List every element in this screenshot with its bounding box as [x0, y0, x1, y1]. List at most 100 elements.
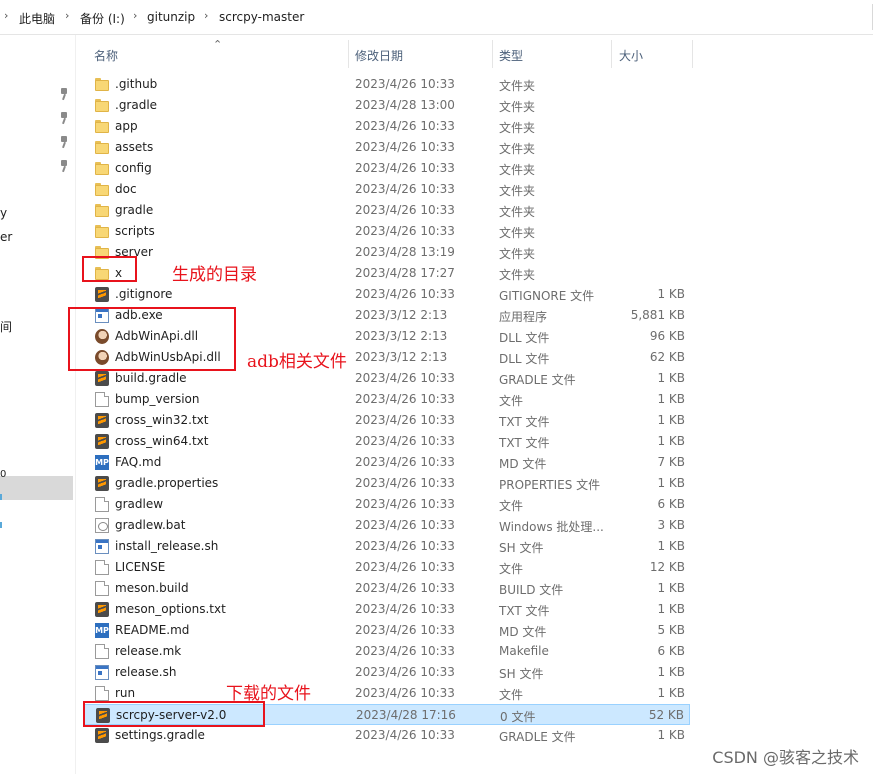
pin-icon[interactable] — [58, 160, 70, 173]
file-name: gradlew.bat — [115, 518, 186, 532]
pin-icon[interactable] — [58, 88, 70, 101]
annotation-label-adb-files: adb相关文件 — [247, 352, 347, 372]
file-name: release.sh — [115, 665, 177, 679]
file-row[interactable]: cross_win32.txt 2023/4/26 10:33 TXT 文件 1 KB — [84, 410, 690, 431]
file-row[interactable]: release.sh 2023/4/26 10:33 SH 文件 1 KB — [84, 662, 690, 683]
file-name: assets — [115, 140, 154, 154]
breadcrumb-item-drive[interactable]: 备份 (I:) — [80, 10, 125, 27]
column-divider[interactable] — [692, 40, 693, 68]
annotation-box-adb-files — [68, 307, 236, 371]
file-row[interactable]: gradle 2023/4/26 10:33 文件夹 — [84, 200, 690, 221]
file-row[interactable]: LICENSE 2023/4/26 10:33 文件 12 KB — [84, 557, 690, 578]
file-modified-date: 2023/4/26 10:33 — [355, 518, 455, 532]
chevron-right-icon: › — [65, 9, 70, 22]
file-row[interactable]: cross_win64.txt 2023/4/26 10:33 TXT 文件 1 KB — [84, 431, 690, 452]
file-modified-date: 2023/4/28 17:27 — [355, 266, 455, 280]
file-modified-date: 2023/4/26 10:33 — [355, 287, 455, 301]
file-row[interactable]: gradle.properties 2023/4/26 10:33 PROPERTI… — [84, 473, 690, 494]
column-header-size[interactable]: 大小 — [612, 40, 692, 68]
file-modified-date: 2023/3/12 2:13 — [355, 329, 448, 343]
file-type: 文件夹 — [499, 205, 536, 219]
file-row[interactable]: bump_version 2023/4/26 10:33 文件 1 KB — [84, 389, 690, 410]
file-row[interactable]: meson.build 2023/4/26 10:33 BUILD 文件 1 KB — [84, 578, 690, 599]
document-icon — [95, 392, 109, 407]
file-type: TXT 文件 — [499, 604, 550, 618]
nav-item-selected[interactable] — [0, 476, 73, 500]
file-list[interactable]: .github 2023/4/26 10:33 文件夹 .gradle 2023/4/2… — [84, 74, 690, 746]
file-modified-date: 2023/4/26 10:33 — [355, 455, 455, 469]
nav-item-fragment[interactable]: 间 — [0, 318, 12, 335]
address-bar[interactable]: › 此电脑 › 备份 (I:) › gitunzip › scrcpy-mast… — [0, 0, 873, 35]
file-modified-date: 2023/4/26 10:33 — [355, 581, 455, 595]
breadcrumb-item-gitunzip[interactable]: gitunzip — [147, 10, 195, 24]
file-name: gradlew — [115, 497, 164, 511]
folder-icon — [95, 140, 109, 155]
file-modified-date: 2023/4/26 10:33 — [355, 224, 455, 238]
column-header-type[interactable]: 类型 — [493, 40, 611, 68]
file-type: 文件夹 — [499, 226, 536, 240]
file-row[interactable]: gradlew 2023/4/26 10:33 文件 6 KB — [84, 494, 690, 515]
document-icon — [95, 686, 109, 701]
file-row[interactable]: MP FAQ.md 2023/4/26 10:33 MD 文件 7 KB — [84, 452, 690, 473]
breadcrumb-item-this-pc[interactable]: 此电脑 — [19, 10, 55, 27]
file-size: 1 KB — [657, 287, 685, 301]
file-type: SH 文件 — [499, 541, 544, 555]
file-modified-date: 2023/3/12 2:13 — [355, 308, 448, 322]
file-row[interactable]: doc 2023/4/26 10:33 文件夹 — [84, 179, 690, 200]
file-modified-date: 2023/4/26 10:33 — [355, 140, 455, 154]
pin-icon[interactable] — [58, 112, 70, 125]
file-row[interactable]: meson_options.txt 2023/4/26 10:33 TXT 文件 1 … — [84, 599, 690, 620]
file-name: .github — [115, 77, 158, 91]
file-type: MD 文件 — [499, 625, 547, 639]
file-type: GRADLE 文件 — [499, 730, 576, 744]
nav-item-fragment[interactable]: y — [0, 206, 7, 220]
chevron-right-icon: › — [133, 9, 138, 22]
file-type: 文件夹 — [499, 142, 536, 156]
file-row[interactable]: app 2023/4/26 10:33 文件夹 — [84, 116, 690, 137]
file-type: 应用程序 — [499, 310, 548, 324]
file-row[interactable]: scripts 2023/4/26 10:33 文件夹 — [84, 221, 690, 242]
nav-item-fragment[interactable]: er — [0, 230, 12, 244]
file-row[interactable]: gradlew.bat 2023/4/26 10:33 Windows 批处理...… — [84, 515, 690, 536]
file-type: BUILD 文件 — [499, 583, 564, 597]
file-type: MD 文件 — [499, 457, 547, 471]
file-type: Makefile — [499, 644, 549, 658]
column-header-name[interactable]: 名称 — [84, 40, 349, 68]
file-type: 文件夹 — [499, 184, 536, 198]
file-size: 96 KB — [649, 329, 685, 343]
file-modified-date: 2023/4/26 10:33 — [355, 161, 455, 175]
file-row[interactable]: MP README.md 2023/4/26 10:33 MD 文件 5 KB — [84, 620, 690, 641]
file-row[interactable]: release.mk 2023/4/26 10:33 Makefile 6 KB — [84, 641, 690, 662]
folder-icon — [95, 119, 109, 134]
file-row[interactable]: assets 2023/4/26 10:33 文件夹 — [84, 137, 690, 158]
pin-icon[interactable] — [58, 136, 70, 149]
breadcrumb-item-scrcpy-master[interactable]: scrcpy-master — [219, 10, 304, 24]
file-type: PROPERTIES 文件 — [499, 478, 601, 492]
file-row[interactable]: build.gradle 2023/4/26 10:33 GRADLE 文件 1 KB — [84, 368, 690, 389]
file-name: config — [115, 161, 152, 175]
file-type: 文件 — [499, 394, 524, 408]
file-row[interactable]: .gradle 2023/4/28 13:00 文件夹 — [84, 95, 690, 116]
file-row[interactable]: config 2023/4/26 10:33 文件夹 — [84, 158, 690, 179]
file-row[interactable]: settings.gradle 2023/4/26 10:33 GRADLE 文件 1… — [84, 725, 690, 746]
file-row[interactable]: .github 2023/4/26 10:33 文件夹 — [84, 74, 690, 95]
file-modified-date: 2023/4/26 10:33 — [355, 119, 455, 133]
column-header-label: 名称 — [94, 49, 119, 63]
file-size: 1 KB — [657, 434, 685, 448]
file-size: 62 KB — [649, 350, 685, 364]
file-modified-date: 2023/4/26 10:33 — [355, 497, 455, 511]
column-header-date[interactable]: 修改日期 — [349, 40, 492, 68]
batch-file-icon — [95, 518, 109, 533]
file-modified-date: 2023/4/26 10:33 — [355, 728, 455, 742]
nav-indicator — [0, 494, 2, 500]
navigation-pane[interactable]: y er 间 0 — [0, 35, 76, 774]
file-modified-date: 2023/4/26 10:33 — [355, 560, 455, 574]
file-size: 1 KB — [657, 539, 685, 553]
file-row[interactable]: .gitignore 2023/4/26 10:33 GITIGNORE 文件 1 K… — [84, 284, 690, 305]
sublime-text-icon — [95, 413, 109, 428]
application-icon — [95, 539, 109, 554]
file-row[interactable]: install_release.sh 2023/4/26 10:33 SH 文件 1 … — [84, 536, 690, 557]
file-size: 12 KB — [649, 560, 685, 574]
nav-item-fragment[interactable]: 0 — [0, 469, 6, 480]
sublime-text-icon — [95, 476, 109, 491]
